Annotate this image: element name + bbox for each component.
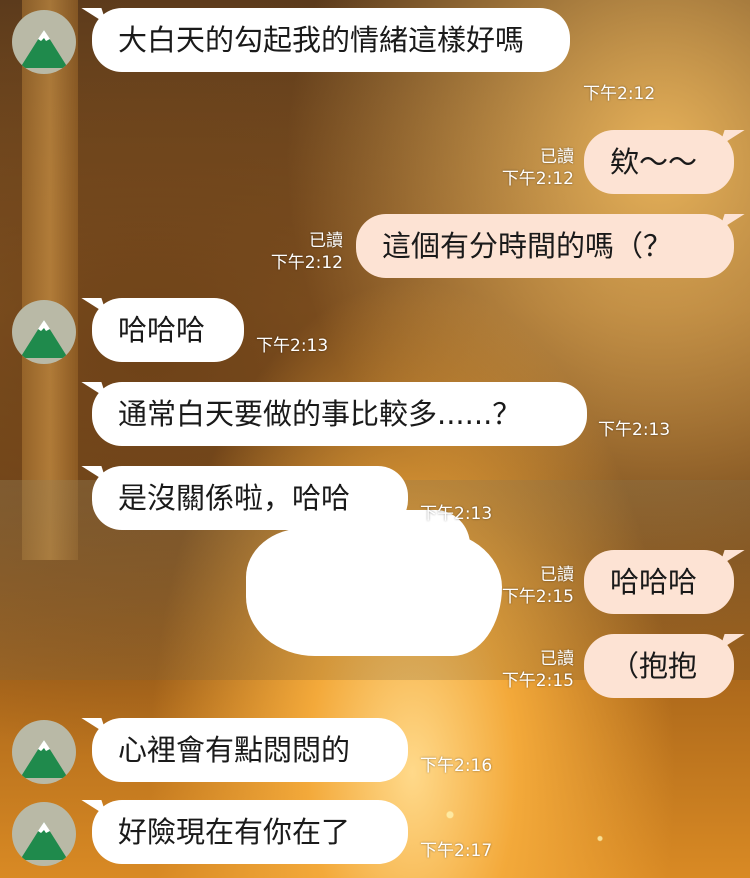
message-bubble-incoming[interactable]: 通常白天要做的事比較多......？ bbox=[92, 382, 587, 446]
message-time: 下午2:12 bbox=[501, 169, 574, 189]
message-meta: 已讀 下午2:12 bbox=[243, 230, 343, 274]
message-bubble-incoming[interactable]: 心裡會有點悶悶的 bbox=[92, 718, 408, 782]
message-bubble-incoming[interactable]: 哈哈哈 bbox=[92, 298, 244, 362]
contact-avatar-icon[interactable] bbox=[12, 720, 76, 784]
message-meta: 下午2:17 bbox=[420, 840, 492, 862]
read-receipt: 已讀 bbox=[309, 231, 343, 251]
message-time: 下午2:16 bbox=[420, 756, 493, 776]
contact-avatar-icon[interactable] bbox=[12, 802, 76, 866]
message-time: 下午2:13 bbox=[598, 420, 671, 440]
message-text: （抱抱 bbox=[610, 649, 698, 683]
contact-avatar-icon[interactable] bbox=[12, 10, 76, 74]
message-text: 哈哈哈 bbox=[118, 313, 206, 347]
message-text: 大白天的勾起我的情緒這樣好嗎 bbox=[118, 23, 525, 57]
message-text: 這個有分時間的嗎（？ bbox=[382, 229, 673, 263]
redaction-blob bbox=[246, 528, 502, 656]
contact-avatar-icon[interactable] bbox=[12, 300, 76, 364]
message-time: 下午2:13 bbox=[256, 336, 329, 356]
message-bubble-outgoing[interactable]: （抱抱 bbox=[584, 634, 734, 698]
read-receipt: 已讀 bbox=[540, 565, 574, 585]
message-meta: 已讀 下午2:15 bbox=[474, 564, 574, 608]
background-window-frame bbox=[22, 0, 78, 560]
message-meta: 下午2:13 bbox=[256, 335, 328, 357]
message-bubble-incoming[interactable]: 好險現在有你在了 bbox=[92, 800, 408, 864]
message-meta: 已讀 下午2:15 bbox=[474, 648, 574, 692]
message-time: 下午2:15 bbox=[501, 671, 574, 691]
message-bubble-incoming[interactable]: 是沒關係啦，哈哈 bbox=[92, 466, 408, 530]
message-text: 好險現在有你在了 bbox=[118, 815, 351, 849]
message-text: 欸～～ bbox=[610, 145, 698, 179]
message-time: 下午2:15 bbox=[501, 587, 574, 607]
message-time: 下午2:13 bbox=[420, 504, 493, 524]
message-meta: 下午2:13 bbox=[598, 419, 670, 441]
message-meta: 已讀 下午2:12 bbox=[474, 146, 574, 190]
message-time: 下午2:12 bbox=[270, 253, 343, 273]
message-time: 下午2:17 bbox=[420, 841, 493, 861]
message-text: 心裡會有點悶悶的 bbox=[118, 733, 351, 767]
message-bubble-outgoing[interactable]: 這個有分時間的嗎（？ bbox=[356, 214, 734, 278]
read-receipt: 已讀 bbox=[540, 649, 574, 669]
message-meta: 下午2:12 bbox=[583, 83, 655, 105]
message-bubble-incoming[interactable]: 大白天的勾起我的情緒這樣好嗎 bbox=[92, 8, 570, 72]
message-text: 通常白天要做的事比較多......？ bbox=[118, 397, 522, 431]
message-time: 下午2:12 bbox=[583, 84, 656, 104]
message-bubble-outgoing[interactable]: 欸～～ bbox=[584, 130, 734, 194]
read-receipt: 已讀 bbox=[540, 147, 574, 167]
message-meta: 下午2:13 bbox=[420, 503, 492, 525]
message-meta: 下午2:16 bbox=[420, 755, 492, 777]
message-text: 哈哈哈 bbox=[610, 565, 698, 599]
message-text: 是沒關係啦，哈哈 bbox=[118, 481, 351, 515]
message-bubble-outgoing[interactable]: 哈哈哈 bbox=[584, 550, 734, 614]
